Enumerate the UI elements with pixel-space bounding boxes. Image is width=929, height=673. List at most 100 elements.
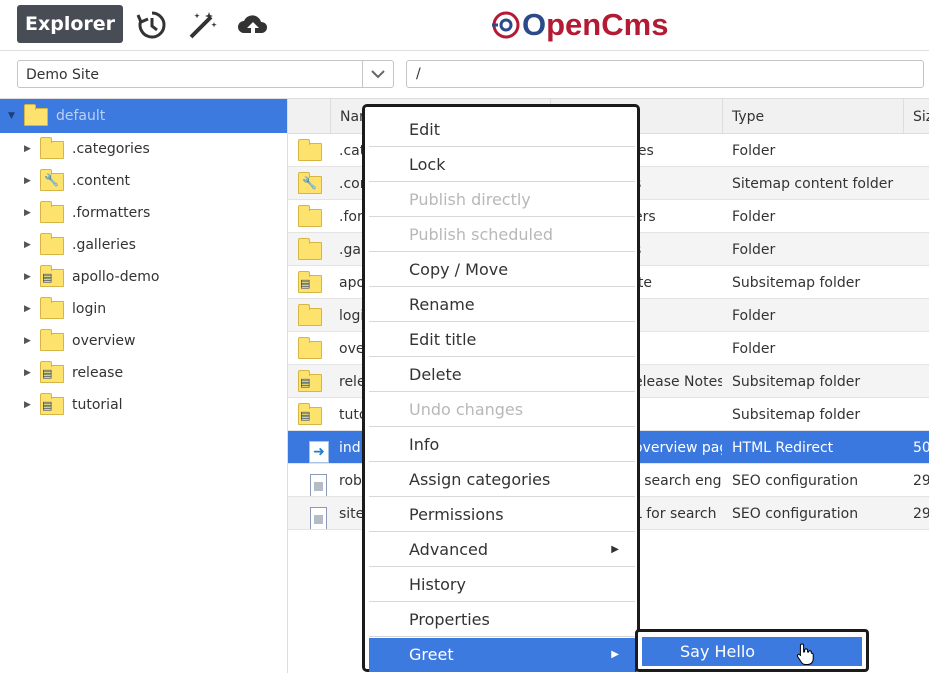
cell-size bbox=[913, 299, 929, 331]
folder-icon bbox=[40, 297, 66, 320]
menu-item-history[interactable]: History bbox=[369, 568, 635, 602]
path-input[interactable]: / bbox=[406, 60, 924, 88]
caret-right-icon[interactable]: ▶ bbox=[24, 208, 36, 218]
top-bar: Explorer OpenCms bbox=[0, 0, 929, 51]
menu-item-publish-scheduled: Publish scheduled bbox=[369, 218, 635, 252]
menu-item-edit-title[interactable]: Edit title bbox=[369, 323, 635, 357]
menu-item-assign-categories[interactable]: Assign categories bbox=[369, 463, 635, 497]
menu-item-copy-move[interactable]: Copy / Move bbox=[369, 253, 635, 287]
cell-type: Folder bbox=[732, 341, 776, 357]
tree-item[interactable]: ▶ .galleries bbox=[0, 229, 287, 261]
explorer-app-button[interactable]: Explorer bbox=[17, 5, 123, 43]
menu-item-label: Assign categories bbox=[409, 470, 551, 489]
menu-item-label: Publish directly bbox=[409, 190, 531, 209]
menu-item-properties[interactable]: Properties bbox=[369, 603, 635, 637]
tree-item[interactable]: ▶ login bbox=[0, 293, 287, 325]
tree-item[interactable]: ▶ ▤ apollo-demo bbox=[0, 261, 287, 293]
folder-icon bbox=[40, 329, 66, 352]
caret-down-icon[interactable]: ▼ bbox=[8, 111, 20, 121]
subsitemap-folder-icon: ▤ bbox=[288, 398, 330, 430]
chevron-down-icon[interactable] bbox=[362, 61, 393, 87]
menu-item-label: Lock bbox=[409, 155, 446, 174]
menu-item-say-hello[interactable]: Say Hello bbox=[642, 637, 862, 666]
folder-icon bbox=[288, 233, 330, 265]
opencms-logo: OpenCms bbox=[490, 5, 668, 45]
column-header-type[interactable]: Type bbox=[722, 99, 903, 133]
tree-item[interactable]: ▶ .categories bbox=[0, 133, 287, 165]
tree-item[interactable]: ▶ overview bbox=[0, 325, 287, 357]
cell-type: Sitemap content folder bbox=[732, 176, 894, 192]
logo-text: OpenCms bbox=[522, 7, 669, 42]
menu-item-lock[interactable]: Lock bbox=[369, 148, 635, 182]
caret-right-icon[interactable]: ▶ bbox=[24, 336, 36, 346]
tree-item[interactable]: ▶ ▤ tutorial bbox=[0, 389, 287, 421]
cell-size bbox=[913, 365, 929, 397]
tree-item[interactable]: ▶ ▤ release bbox=[0, 357, 287, 389]
cell-type: Folder bbox=[732, 143, 776, 159]
cell-type: Folder bbox=[732, 242, 776, 258]
menu-item-label: Info bbox=[409, 435, 440, 454]
site-selector[interactable]: Demo Site bbox=[17, 60, 394, 88]
cell-type: SEO configuration bbox=[732, 473, 859, 489]
menu-item-label: Advanced bbox=[409, 540, 489, 559]
caret-right-icon[interactable]: ▶ bbox=[24, 304, 36, 314]
caret-right-icon[interactable]: ▶ bbox=[24, 400, 36, 410]
content-folder-icon: 🔧 bbox=[40, 169, 66, 192]
menu-item-rename[interactable]: Rename bbox=[369, 288, 635, 322]
tree-item-label: .galleries bbox=[72, 237, 136, 253]
cell-size: 29 bbox=[913, 473, 929, 489]
cell-size bbox=[913, 134, 929, 166]
menu-item-label: Edit title bbox=[409, 330, 477, 349]
magic-wand-icon[interactable] bbox=[186, 8, 220, 42]
subsitemap-folder-icon: ▤ bbox=[40, 361, 66, 384]
cell-type: Subsitemap folder bbox=[732, 374, 861, 390]
menu-item-label: Copy / Move bbox=[409, 260, 509, 279]
caret-right-icon[interactable]: ▶ bbox=[24, 144, 36, 154]
submenu-arrow-icon: ▶ bbox=[611, 649, 619, 660]
folder-icon bbox=[40, 201, 66, 224]
column-header-icon bbox=[288, 99, 330, 133]
tree-item-label: login bbox=[72, 301, 107, 317]
menu-item-undo-changes: Undo changes bbox=[369, 393, 635, 427]
upload-cloud-icon[interactable] bbox=[236, 8, 270, 42]
caret-right-icon[interactable]: ▶ bbox=[24, 368, 36, 378]
tree-item-label: apollo-demo bbox=[72, 269, 160, 285]
redirect-icon: ➜ bbox=[288, 431, 330, 463]
menu-item-edit[interactable]: Edit bbox=[369, 113, 635, 147]
tree-item-label: .categories bbox=[72, 141, 150, 157]
caret-right-icon[interactable]: ▶ bbox=[24, 240, 36, 250]
tree-item-label: default bbox=[56, 108, 106, 124]
cell-type: Subsitemap folder bbox=[732, 407, 861, 423]
document-icon bbox=[288, 464, 330, 496]
tree-item[interactable]: ▶ .formatters bbox=[0, 197, 287, 229]
tree-item-default[interactable]: ▼ default bbox=[0, 99, 287, 133]
column-header-size[interactable]: Siz bbox=[903, 99, 929, 133]
menu-item-label: Undo changes bbox=[409, 400, 524, 419]
tree-item-label: tutorial bbox=[72, 397, 123, 413]
menu-item-label: Greet bbox=[409, 645, 454, 664]
cell-size bbox=[913, 332, 929, 364]
folder-icon bbox=[24, 104, 50, 127]
menu-item-advanced[interactable]: Advanced ▶ bbox=[369, 533, 635, 567]
menu-item-greet[interactable]: Greet ▶ bbox=[369, 638, 635, 672]
menu-item-permissions[interactable]: Permissions bbox=[369, 498, 635, 532]
tree-item-label: release bbox=[72, 365, 124, 381]
document-icon bbox=[288, 497, 330, 529]
cell-size: 50 bbox=[913, 440, 929, 456]
hand-cursor-icon bbox=[796, 643, 814, 665]
tree-item[interactable]: ▶ 🔧 .content bbox=[0, 165, 287, 197]
cell-size bbox=[913, 266, 929, 298]
caret-right-icon[interactable]: ▶ bbox=[24, 272, 36, 282]
menu-item-label: Delete bbox=[409, 365, 462, 384]
address-bar: Demo Site / bbox=[0, 51, 929, 99]
menu-item-label: Edit bbox=[409, 120, 440, 139]
history-icon[interactable] bbox=[135, 8, 169, 42]
menu-item-info[interactable]: Info bbox=[369, 428, 635, 462]
menu-item-label: Publish scheduled bbox=[409, 225, 553, 244]
menu-item-label: History bbox=[409, 575, 466, 594]
folder-icon bbox=[40, 137, 66, 160]
cell-size bbox=[913, 398, 929, 430]
tree-item-label: overview bbox=[72, 333, 136, 349]
menu-item-delete[interactable]: Delete bbox=[369, 358, 635, 392]
caret-right-icon[interactable]: ▶ bbox=[24, 176, 36, 186]
